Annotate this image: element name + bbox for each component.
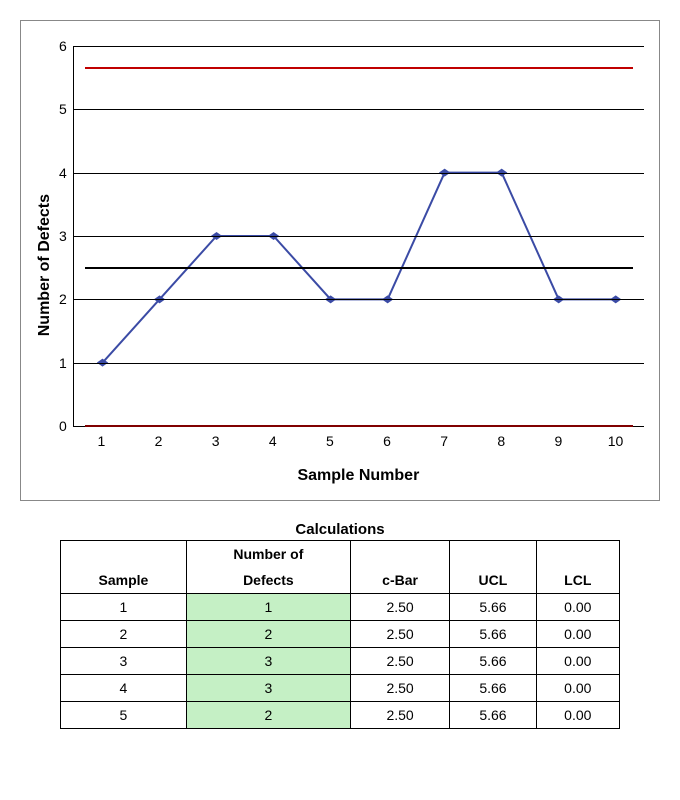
control-chart: Number of Defects 6543210 12345678910 Sa… xyxy=(20,20,660,501)
table-row: 522.505.660.00 xyxy=(61,702,620,729)
col-header: Sample xyxy=(61,567,187,594)
x-axis-ticks: 12345678910 xyxy=(73,427,644,449)
cbar-line xyxy=(85,267,632,269)
table-row: 112.505.660.00 xyxy=(61,594,620,621)
table-row: 332.505.660.00 xyxy=(61,648,620,675)
plot-area xyxy=(73,46,644,427)
y-axis-label: Number of Defects xyxy=(31,194,59,336)
lcl-line xyxy=(85,425,632,427)
y-axis-ticks: 6543210 xyxy=(59,46,73,426)
ucl-line xyxy=(85,67,632,69)
table-row: 222.505.660.00 xyxy=(61,621,620,648)
calculations-table: Number of SampleDefectsc-BarUCLLCL 112.5… xyxy=(60,540,620,729)
x-axis-label: Sample Number xyxy=(73,449,644,485)
calculations-title: Calculations xyxy=(20,521,660,540)
col-header: c-Bar xyxy=(350,567,449,594)
col-header: UCL xyxy=(450,567,536,594)
table-row: 432.505.660.00 xyxy=(61,675,620,702)
col-header: LCL xyxy=(536,567,619,594)
col-header: Defects xyxy=(186,567,350,594)
col-header-top-defects: Number of xyxy=(186,541,350,568)
